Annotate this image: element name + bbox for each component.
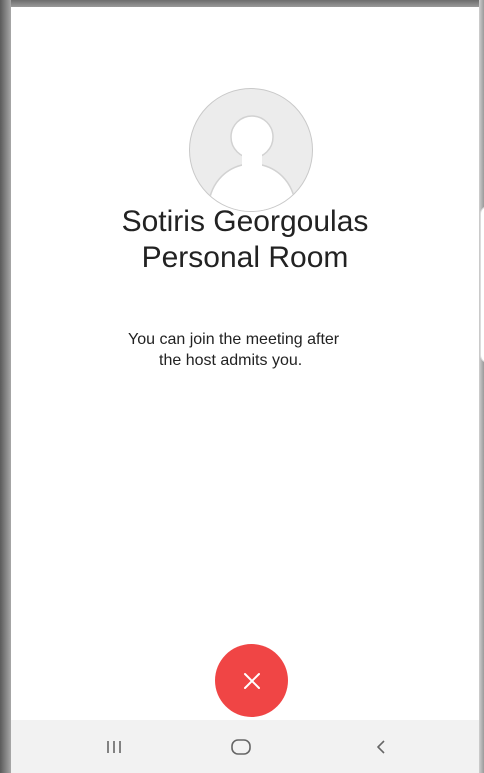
back-icon	[377, 739, 385, 754]
side-panel-handle[interactable]	[480, 206, 484, 363]
room-name-title: Personal Room	[141, 241, 349, 274]
window-border-right	[479, 0, 484, 773]
host-name-title: Sotiris Georgoulas	[121, 205, 369, 238]
leave-meeting-button[interactable]	[215, 644, 288, 717]
window-border-top	[0, 0, 484, 7]
recent-apps-button[interactable]	[74, 720, 154, 773]
back-button[interactable]	[341, 720, 421, 773]
home-button[interactable]	[201, 720, 281, 773]
default-user-avatar-icon	[189, 88, 313, 212]
waiting-message-line2: the host admits you.	[159, 352, 303, 369]
waiting-message-line1: You can join the meeting after	[128, 331, 340, 348]
close-icon	[243, 672, 260, 689]
app-frame: Sotiris Georgoulas Personal Room You can…	[0, 0, 484, 773]
system-navigation-bar	[11, 720, 479, 773]
lobby-screen: Sotiris Georgoulas Personal Room You can…	[11, 7, 484, 773]
recent-apps-icon	[107, 740, 121, 753]
home-icon	[231, 738, 251, 755]
window-border-left	[0, 0, 11, 773]
